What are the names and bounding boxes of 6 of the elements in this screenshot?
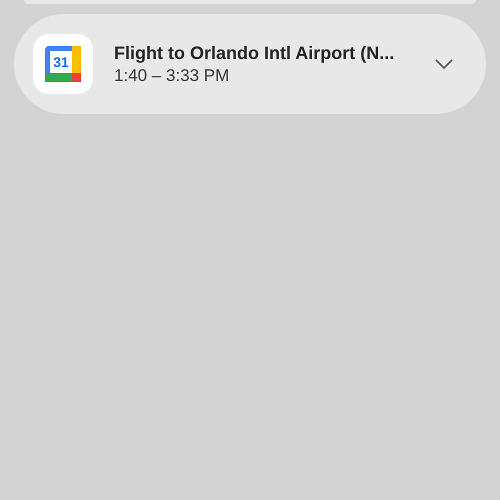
calendar-icon [45, 46, 81, 82]
event-time: 1:40 – 3:33 PM [114, 65, 230, 87]
event-title: Flight to Orlando Intl Airport (N... [114, 42, 396, 65]
notification-card[interactable]: 31 Flight to Orlando Intl Airport (N... 1:40 – 3:33 PM [14, 14, 486, 114]
calendar-date: 31 [53, 55, 69, 69]
chevron-icon [435, 59, 453, 69]
